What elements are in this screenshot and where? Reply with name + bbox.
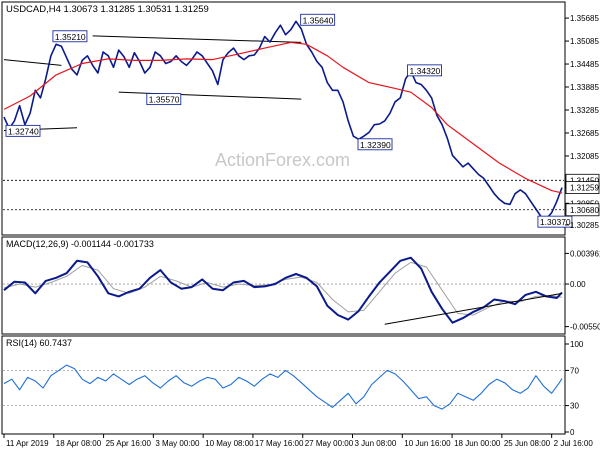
- price-tick-label-0: 1.35685: [570, 14, 599, 23]
- x-tick-label-11: 2 Jul 16:00: [554, 439, 594, 448]
- x-tick-label-2: 25 Apr 16:00: [106, 439, 152, 448]
- price-panel-title: USDCAD,H4 1.30673 1.31285 1.30531 1.3125…: [6, 4, 209, 15]
- x-axis: 11 Apr 2019 18 Apr 08:00 25 Apr 16:00 3 May…: [3, 434, 594, 448]
- macd-panel-frame: [1, 236, 566, 335]
- x-tick-label-10: 25 Jun 08:00: [504, 439, 551, 448]
- annotation-label-2: 1.35570: [149, 95, 180, 105]
- price-tick-label-1: 1.35085: [570, 37, 599, 46]
- rsi-tick-label-3: 0: [570, 428, 575, 437]
- x-tick-label-9: 18 Jun 00:00: [454, 439, 501, 448]
- annotation-label-4: 1.32740: [8, 126, 39, 136]
- macd-tick-label-1: 0.00: [570, 280, 586, 289]
- x-tick-label-3: 3 May 00:00: [155, 439, 200, 448]
- annotation-label-1: 1.35210: [55, 32, 86, 42]
- price-tick-label-2: 1.34485: [570, 60, 599, 69]
- price-tick-label-10: 1.30680: [570, 206, 599, 215]
- price-y-axis: 1.35685 1.35085 1.34485 1.33885 1.33285 1.326…: [565, 14, 599, 230]
- macd-tick-label-2: -0.005503: [570, 323, 600, 332]
- price-tick-label-5: 1.32685: [570, 129, 599, 138]
- macd-y-axis: 0.003961 0.00 -0.005503: [565, 249, 600, 332]
- price-tick-label-6: 1.32085: [570, 152, 599, 161]
- annotation-label-0: 1.35640: [303, 15, 334, 25]
- annotation-label-5: 1.32390: [360, 140, 391, 150]
- x-tick-label-8: 10 Jun 16:00: [404, 439, 451, 448]
- price-tick-label-8: 1.31259: [570, 184, 599, 193]
- macd-panel-title: MACD(12,26,9) -0.001144 -0.001733: [6, 239, 154, 249]
- x-tick-label-0: 11 Apr 2019: [6, 439, 49, 448]
- rsi-y-axis: 100 70 30 0: [565, 340, 584, 437]
- x-tick-label-1: 18 Apr 08:00: [56, 439, 102, 448]
- price-tick-label-11: 1.30285: [570, 221, 599, 230]
- x-tick-label-7: 3 Jun 08:00: [355, 439, 397, 448]
- price-tick-label-4: 1.33285: [570, 106, 599, 115]
- x-tick-label-5: 17 May 16:00: [255, 439, 304, 448]
- x-tick-label-4: 10 May 08:00: [205, 439, 254, 448]
- price-tick-label-3: 1.33885: [570, 83, 599, 92]
- watermark: ActionForex.com: [215, 150, 350, 170]
- rsi-tick-label-0: 100: [570, 340, 584, 349]
- macd-tick-label-0: 0.003961: [570, 249, 600, 258]
- rsi-panel-frame: [1, 335, 566, 435]
- rsi-tick-label-2: 30: [570, 402, 579, 411]
- rsi-panel-title: RSI(14) 60.7437: [6, 338, 72, 348]
- annotation-label-3: 1.34320: [410, 66, 441, 76]
- rsi-tick-label-1: 70: [570, 366, 579, 375]
- chart-canvas: ActionForex.com USDCAD,H4 1.30673 1.3128…: [1, 1, 600, 448]
- annotation-label-6: 1.30370: [540, 217, 571, 227]
- x-tick-label-6: 27 May 00:00: [305, 439, 354, 448]
